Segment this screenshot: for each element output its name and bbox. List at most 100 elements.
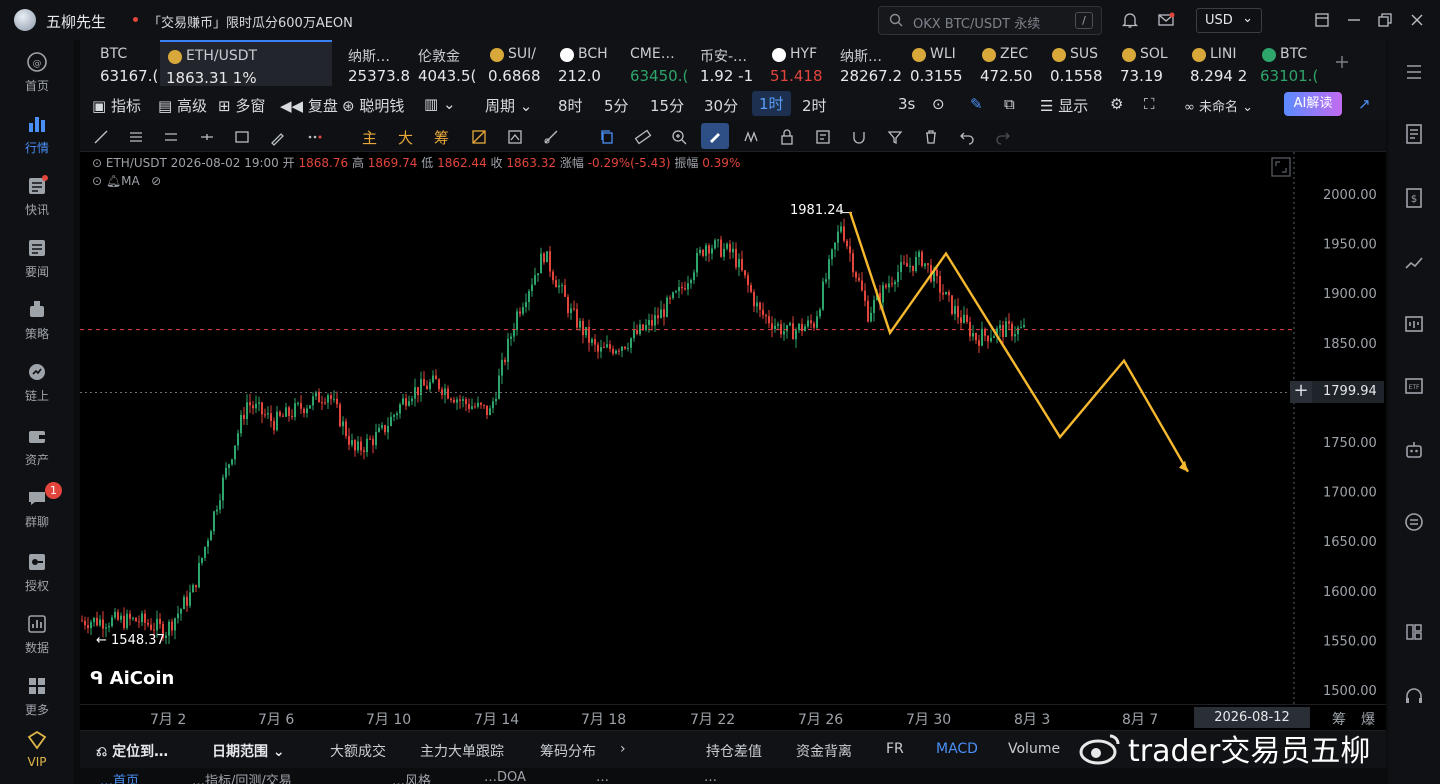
ticker-12[interactable]: SUS 0.1558 bbox=[1044, 40, 1112, 86]
main-indicator-toggle[interactable]: 主 bbox=[362, 127, 377, 148]
bottom-tab-1[interactable]: …首页 bbox=[100, 770, 139, 784]
ruler-icon[interactable] bbox=[634, 128, 652, 146]
tab-fund-divergence[interactable]: 资金背离 bbox=[796, 741, 852, 761]
add-ticker-icon[interactable] bbox=[1334, 54, 1350, 70]
ticker-0[interactable]: BTC 63167.( bbox=[94, 40, 158, 86]
share-icon[interactable]: ⧉ bbox=[1004, 95, 1015, 113]
ai-interpret-button[interactable]: AI解读 bbox=[1284, 92, 1342, 116]
ticker-11[interactable]: ZEC 472.50 bbox=[974, 40, 1042, 86]
bottom-tab-2[interactable]: …指标/回测/交易 bbox=[192, 770, 292, 784]
heatmap-icon[interactable] bbox=[470, 128, 488, 146]
ticker-3[interactable]: 伦敦金 4043.5( bbox=[412, 40, 480, 86]
horizontal-lines-icon[interactable] bbox=[162, 128, 180, 146]
collapse-icon[interactable]: ⊙ bbox=[92, 156, 102, 170]
promo-link[interactable]: 「交易赚币」限时瓜分600万AEON bbox=[148, 12, 353, 31]
interval-8h[interactable]: 8时 bbox=[558, 95, 583, 116]
sidebar-item-home[interactable]: @ 首页 bbox=[0, 50, 74, 94]
indicator-button[interactable]: ▣ 指标 bbox=[92, 95, 141, 116]
ticker-14[interactable]: LINI 8.294 2 bbox=[1184, 40, 1252, 86]
ticker-7[interactable]: 币安-… 1.92 -1 bbox=[694, 40, 762, 86]
brush-tool-active[interactable] bbox=[701, 123, 729, 149]
share-out-icon[interactable]: ↗ bbox=[1358, 95, 1371, 113]
document-icon[interactable] bbox=[1402, 122, 1426, 146]
ticker-1[interactable]: ETH/USDT 1863.31 1% bbox=[160, 40, 332, 87]
ticker-8[interactable]: HYF 51.418 bbox=[764, 40, 832, 86]
list-icon[interactable] bbox=[1402, 60, 1426, 84]
tab-macd[interactable]: MACD bbox=[936, 741, 978, 757]
line-tool-icon[interactable] bbox=[92, 128, 110, 146]
tab-fr[interactable]: FR bbox=[886, 741, 904, 757]
bell-icon[interactable] bbox=[1121, 11, 1139, 29]
chips-toggle[interactable]: 筹 bbox=[434, 127, 449, 148]
sidebar-item-vip[interactable]: VIP bbox=[0, 728, 74, 769]
ticker-6[interactable]: CME… 63450.( bbox=[624, 40, 692, 86]
sidebar-item-news[interactable]: 快讯 bbox=[0, 174, 74, 218]
interval-30m[interactable]: 30分 bbox=[704, 95, 738, 116]
interval-5m[interactable]: 5分 bbox=[604, 95, 629, 116]
refresh-interval[interactable]: 3s bbox=[898, 95, 915, 113]
redo-icon[interactable] bbox=[994, 128, 1012, 146]
tab-large-trades[interactable]: 大额成交 bbox=[330, 741, 386, 761]
sidebar-item-strategy[interactable]: 策略 bbox=[0, 298, 74, 342]
sidebar-item-data[interactable]: 数据 bbox=[0, 612, 74, 656]
exchange-icon[interactable] bbox=[1402, 510, 1426, 534]
multiwindow-button[interactable]: ⊞ 多窗 bbox=[218, 95, 265, 116]
ticker-15[interactable]: BTC 63101.( bbox=[1254, 40, 1322, 86]
restore-icon[interactable] bbox=[1376, 11, 1394, 29]
kline-panel-icon[interactable] bbox=[1402, 312, 1426, 336]
mail-icon[interactable] bbox=[1157, 11, 1175, 29]
app-name[interactable]: 五柳先生 bbox=[46, 11, 106, 32]
bot-icon[interactable] bbox=[1402, 438, 1426, 462]
headset-icon[interactable] bbox=[1402, 684, 1426, 708]
sidebar-item-onchain[interactable]: 链上 bbox=[0, 360, 74, 404]
bottom-tab-3[interactable]: …风格 bbox=[392, 770, 431, 784]
sidebar-item-more[interactable]: 更多 bbox=[0, 674, 74, 718]
tab-position-diff[interactable]: 持仓差值 bbox=[706, 741, 762, 761]
tab-main-force[interactable]: 主力大单跟踪 bbox=[420, 741, 504, 761]
ma-legend[interactable]: ⊙ 🔔︎MA ⊘ bbox=[92, 174, 161, 188]
display-button[interactable]: ☰ 显示 bbox=[1040, 95, 1088, 116]
rectangle-tool-icon[interactable] bbox=[233, 128, 251, 146]
collapse-icon[interactable]: ⊙ bbox=[92, 174, 102, 188]
search-input[interactable]: OKX BTC/USDT 永续 / bbox=[878, 6, 1102, 35]
pin-window-icon[interactable] bbox=[1313, 11, 1331, 29]
big-order-toggle[interactable]: 大 bbox=[398, 127, 413, 148]
bottom-tab-4[interactable]: …DOA bbox=[484, 770, 526, 784]
chart-type-select[interactable]: ▥ ⌄ bbox=[424, 95, 456, 113]
camera-icon[interactable]: ⊙ bbox=[932, 95, 945, 113]
sidebar-item-headlines[interactable]: 要闻 bbox=[0, 236, 74, 280]
sidebar-item-wallet[interactable]: 资产 bbox=[0, 424, 74, 468]
sidebar-item-chat[interactable]: 群聊 1 bbox=[0, 482, 74, 530]
trash-icon[interactable] bbox=[922, 128, 940, 146]
copy-icon[interactable] bbox=[598, 128, 616, 146]
advanced-button[interactable]: ▤ 高级 bbox=[158, 95, 207, 116]
tab-volume[interactable]: Volume bbox=[1008, 741, 1060, 757]
template-icon[interactable] bbox=[814, 128, 832, 146]
measure-icon[interactable] bbox=[542, 128, 560, 146]
close-icon[interactable] bbox=[1408, 11, 1426, 29]
currency-select[interactable]: USD ⌄ bbox=[1196, 8, 1262, 33]
minimize-icon[interactable] bbox=[1345, 11, 1363, 29]
trend-icon[interactable] bbox=[1402, 250, 1426, 274]
interval-15m[interactable]: 15分 bbox=[650, 95, 684, 116]
ticker-10[interactable]: WLI 0.3155 bbox=[904, 40, 972, 86]
date-range-select[interactable]: 日期范围 ⌄ bbox=[212, 741, 285, 761]
pen-tool-icon[interactable] bbox=[269, 128, 287, 146]
locate-button[interactable]: ⎌ 定位到… bbox=[96, 741, 168, 761]
signal-icon[interactable] bbox=[506, 128, 524, 146]
smartmoney-button[interactable]: ⊛ 聪明钱 bbox=[342, 95, 404, 116]
chevron-right-icon[interactable]: › bbox=[620, 741, 626, 757]
maximize-chart-icon[interactable] bbox=[1270, 156, 1292, 178]
ray-icon[interactable] bbox=[198, 128, 216, 146]
lock-icon[interactable] bbox=[778, 128, 796, 146]
hide-eye-icon[interactable]: ⊘ bbox=[151, 174, 161, 188]
add-alert-button[interactable]: + bbox=[1290, 381, 1312, 403]
settings-icon[interactable]: ⚙ bbox=[1110, 95, 1123, 113]
ticker-4[interactable]: SUI/0.6868 bbox=[482, 40, 550, 86]
ticker-13[interactable]: SOL 73.19 bbox=[1114, 40, 1182, 86]
pattern-icon[interactable] bbox=[742, 128, 760, 146]
kline-chart[interactable]: 2000.001950.001900.001850.001800.001750.… bbox=[80, 152, 1386, 704]
sidebar-item-key[interactable]: 授权 bbox=[0, 550, 74, 594]
layout-select[interactable]: ∞ 未命名 ⌄ bbox=[1184, 96, 1253, 115]
fullscreen-icon[interactable]: ⛶ bbox=[1144, 95, 1155, 113]
